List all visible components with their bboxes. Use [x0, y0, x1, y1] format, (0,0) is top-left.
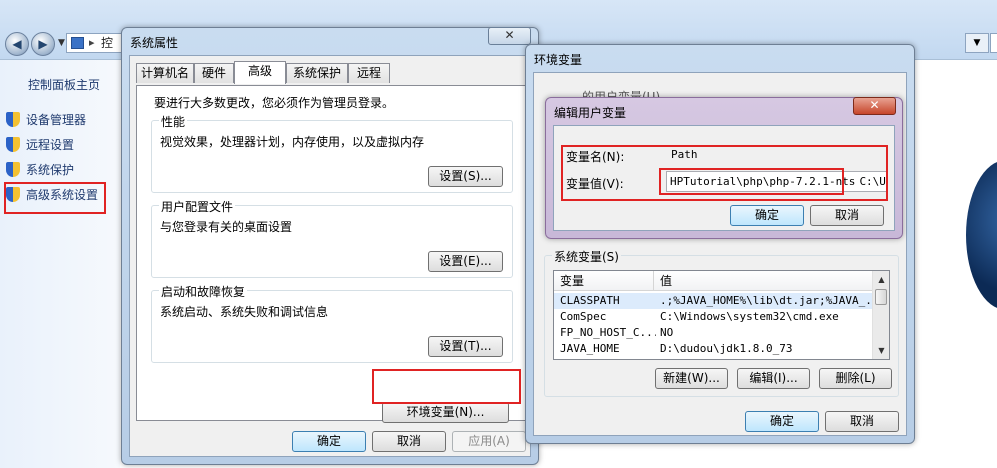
tab-hardware[interactable]: 硬件	[194, 63, 234, 83]
startup-settings-button[interactable]: 设置(T)...	[428, 336, 503, 357]
system-properties-window: 系统属性 ✕ 计算机名 硬件 高级 系统保护 远程 要进行大多数更改，您必须作为…	[121, 27, 539, 465]
tab-system-protection[interactable]: 系统保护	[286, 63, 348, 83]
sidebar-home-link[interactable]: 控制面板主页	[28, 76, 100, 93]
sidebar-item-remote[interactable]: 远程设置	[6, 135, 74, 155]
control-panel-icon	[71, 37, 84, 49]
address-bar[interactable]: ▸ 控	[66, 33, 128, 53]
tab-panel-advanced: 要进行大多数更改，您必须作为管理员登录。 性能 视觉效果，处理器计划，内存使用，…	[136, 85, 526, 423]
table-row[interactable]: JAVA_HOME D:\dudou\jdk1.8.0_73	[554, 341, 874, 357]
performance-label: 性能	[159, 113, 188, 130]
startup-label: 启动和故障恢复	[159, 283, 248, 300]
startup-desc: 系统启动、系统失败和调试信息	[160, 305, 329, 319]
window-client: 计算机名 硬件 高级 系统保护 远程 要进行大多数更改，您必须作为管理员登录。 …	[129, 55, 531, 457]
system-variables-label: 系统变量(S)	[552, 248, 621, 265]
search-input[interactable]	[990, 33, 997, 53]
variable-value-label: 变量值(V):	[566, 177, 624, 191]
tab-remote[interactable]: 远程	[348, 63, 390, 83]
shield-icon	[6, 162, 20, 177]
scroll-down-icon[interactable]: ▼	[873, 342, 889, 359]
performance-desc: 视觉效果，处理器计划，内存使用，以及虚拟内存	[160, 135, 425, 149]
edit-user-variable-dialog: 编辑用户变量 ✕ 变量名(N): Path 变量值(V): HPTutorial…	[545, 97, 903, 239]
sidebar-item-device-manager[interactable]: 设备管理器	[6, 110, 86, 130]
tab-strip: 计算机名 硬件 高级 系统保护 远程	[136, 61, 526, 87]
delete-variable-button[interactable]: 删除(L)	[819, 368, 892, 389]
performance-settings-button[interactable]: 设置(S)...	[428, 166, 503, 187]
profile-settings-button[interactable]: 设置(E)...	[428, 251, 503, 272]
system-variables-list[interactable]: 变量 值 CLASSPATH .;%JAVA_HOME%\lib\dt.jar;%…	[553, 270, 890, 360]
window-title: 系统属性	[130, 36, 179, 50]
shield-icon	[6, 187, 20, 202]
refresh-button[interactable]: ▼	[965, 33, 989, 53]
ok-button[interactable]: 确定	[292, 431, 366, 452]
environment-variables-button[interactable]: 环境变量(N)...	[382, 402, 509, 423]
variable-value-field[interactable]: HPTutorial\php\php-7.2.1-ntsC:\Use	[666, 171, 888, 192]
apply-button: 应用(A)	[452, 431, 526, 452]
window-title: 环境变量	[534, 53, 583, 67]
profile-group: 用户配置文件 与您登录有关的桌面设置 设置(E)...	[151, 198, 513, 278]
history-dropdown-icon[interactable]: ▼	[58, 38, 65, 48]
variable-name-field[interactable]: Path	[671, 148, 698, 161]
sidebar: 控制面板主页 设备管理器 远程设置 系统保护 高级系统设置	[0, 60, 120, 468]
table-row[interactable]: ComSpec C:\Windows\system32\cmd.exe	[554, 309, 874, 325]
variable-name-label: 变量名(N):	[566, 150, 625, 164]
forward-button[interactable]: ▶	[31, 32, 55, 56]
tab-advanced[interactable]: 高级	[234, 61, 286, 84]
edit-variable-button[interactable]: 编辑(I)...	[737, 368, 810, 389]
shield-icon	[6, 137, 20, 152]
ok-button[interactable]: 确定	[730, 205, 804, 226]
dialog-client: 变量名(N): Path 变量值(V): HPTutorial\php\php-…	[553, 125, 895, 231]
table-row[interactable]: FP_NO_HOST_C... NO	[554, 325, 874, 341]
column-header-value[interactable]: 值	[654, 271, 874, 291]
address-text: 控	[101, 36, 114, 50]
cancel-button[interactable]: 取消	[372, 431, 446, 452]
chevron-right-icon: ▸	[89, 36, 95, 49]
table-row[interactable]: CLASSPATH .;%JAVA_HOME%\lib\dt.jar;%JAVA_…	[554, 293, 874, 309]
scroll-up-icon[interactable]: ▲	[873, 271, 889, 288]
system-variables-group: 系统变量(S) 变量 值 CLASSPATH .;%JAVA_HOME%\lib\…	[544, 248, 899, 397]
startup-group: 启动和故障恢复 系统启动、系统失败和调试信息 设置(T)...	[151, 283, 513, 363]
shield-icon	[6, 112, 20, 127]
back-button[interactable]: ◀	[5, 32, 29, 56]
performance-group: 性能 视觉效果，处理器计划，内存使用，以及虚拟内存 设置(S)...	[151, 113, 513, 193]
dialog-title: 编辑用户变量	[554, 106, 627, 120]
close-button[interactable]: ✕	[853, 97, 896, 115]
column-header-variable[interactable]: 变量	[554, 271, 654, 291]
sidebar-item-protection[interactable]: 系统保护	[6, 160, 74, 180]
tab-computer-name[interactable]: 计算机名	[136, 63, 194, 83]
cancel-button[interactable]: 取消	[825, 411, 899, 432]
ok-button[interactable]: 确定	[745, 411, 819, 432]
profile-label: 用户配置文件	[159, 198, 236, 215]
admin-note: 要进行大多数更改，您必须作为管理员登录。	[154, 96, 395, 110]
scroll-thumb[interactable]	[875, 289, 887, 305]
list-scrollbar[interactable]: ▲ ▼	[872, 271, 889, 359]
profile-desc: 与您登录有关的桌面设置	[160, 220, 293, 234]
new-variable-button[interactable]: 新建(W)...	[655, 368, 728, 389]
sidebar-item-advanced[interactable]: 高级系统设置	[6, 185, 98, 205]
close-button[interactable]: ✕	[488, 27, 531, 45]
cancel-button[interactable]: 取消	[810, 205, 884, 226]
